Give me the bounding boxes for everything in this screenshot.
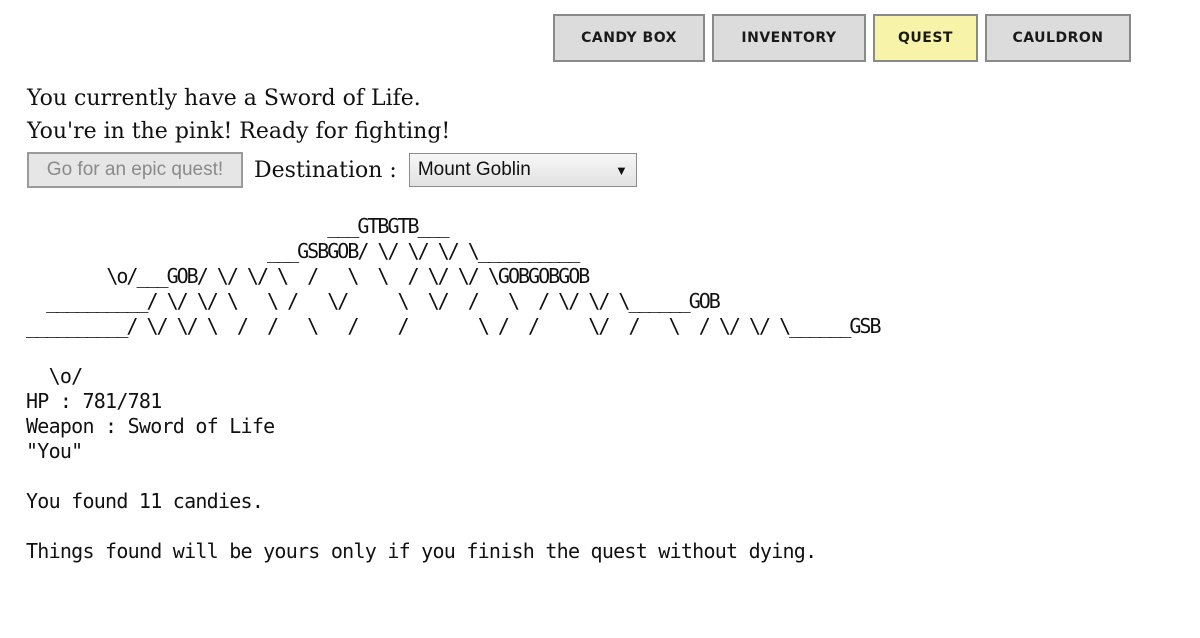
health-status: You're in the pink! Ready for fighting! <box>27 119 451 144</box>
status-text: You currently have a Sword of Life. You'… <box>27 82 450 148</box>
destination-selected-value: Mount Goblin <box>417 159 531 180</box>
weapon-status: You currently have a Sword of Life. <box>27 86 421 111</box>
map-row-2: ___GSBGOB/ \/ \/ \/ \__________ <box>26 239 580 263</box>
destination-label: Destination : <box>254 157 397 183</box>
map-row-5: __________/ \/ \/ \ / / \ / / \ / / \/ /… <box>26 314 881 338</box>
player-info: \o/HP : 781/781 Weapon : Sword of Life "Yo… <box>26 364 817 564</box>
go-quest-button[interactable]: Go for an epic quest! <box>27 152 243 188</box>
player-name: "You" <box>26 439 83 463</box>
warning-message: Things found will be yours only if you f… <box>26 539 817 563</box>
tab-quest[interactable]: QUEST <box>873 14 978 62</box>
tab-bar: CANDY BOX INVENTORY QUEST CAULDRON <box>553 14 1131 62</box>
found-message: You found 11 candies. <box>26 489 264 513</box>
map-row-3: \o/___GOB/ \/ \/ \ / \ \ / \/ \/ \GOBGOB… <box>26 264 590 288</box>
player-hp: HP : 781/781 <box>26 389 162 413</box>
destination-select[interactable]: Mount Goblin ▼ <box>408 153 637 187</box>
map-row-1: ___GTBGTB___ <box>26 214 450 238</box>
tab-inventory[interactable]: INVENTORY <box>712 14 866 62</box>
tab-cauldron[interactable]: CAULDRON <box>985 14 1131 62</box>
map-row-4: __________/ \/ \/ \ \ / \/ \ \/ / \ / \/… <box>26 289 721 313</box>
chevron-down-icon: ▼ <box>614 162 628 178</box>
quest-map: ___GTBGTB___ ___GSBGOB/ \/ \/ \/ \______… <box>26 214 881 339</box>
tab-candy-box[interactable]: CANDY BOX <box>553 14 705 62</box>
player-figure: \o/ <box>26 364 84 388</box>
quest-controls: Go for an epic quest! Destination : Moun… <box>27 152 637 188</box>
player-weapon: Weapon : Sword of Life <box>26 414 275 438</box>
